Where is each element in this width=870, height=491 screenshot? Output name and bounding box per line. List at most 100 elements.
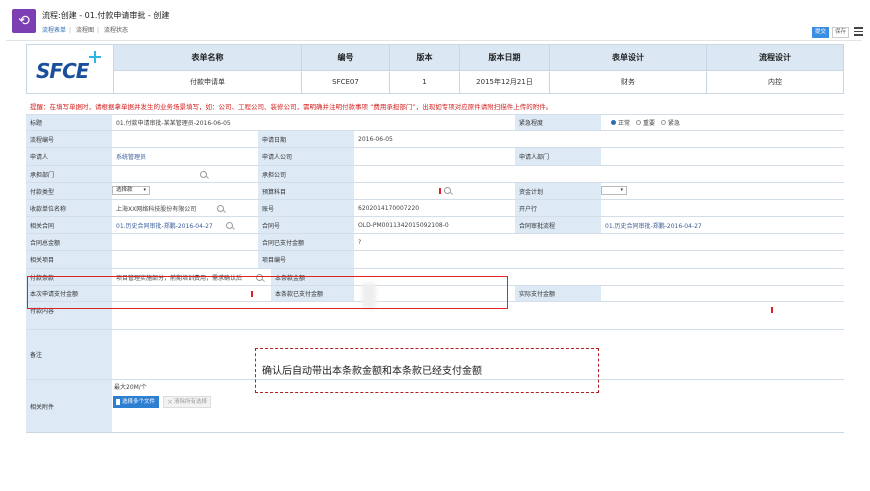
header-val-flow-design: 内控: [707, 70, 843, 93]
tab-status[interactable]: 流程状态: [104, 27, 128, 34]
header-val-version: 1: [390, 70, 460, 93]
contract-no-field[interactable]: OLD-PM0011342015092108-0: [354, 217, 514, 233]
urgency-radio-normal[interactable]: [611, 120, 616, 125]
title-field[interactable]: 01.付款申请审批-某某管理员-2016-06-05: [112, 115, 514, 130]
contract-no-label: 合同号: [258, 217, 354, 233]
account-label: 账号: [258, 200, 354, 216]
attach-label: 相关附件: [26, 380, 112, 432]
bank-label: 开户行: [515, 200, 601, 216]
row-payee: 收款单位名称 上海XX网络科技股份有限公司 账号 620201417000722…: [26, 200, 844, 217]
contract-total-field[interactable]: [112, 234, 258, 250]
row-cost-dept: 承担部门 承担公司: [26, 166, 844, 183]
applicant-company-field[interactable]: [354, 148, 514, 165]
pay-type-select[interactable]: 选择款 ▾: [112, 186, 150, 195]
project-label: 相关项目: [26, 251, 112, 268]
company-logo: SFCE: [36, 59, 89, 83]
top-bar: ⟲ 流程:创建 - 01.付款申请审批 - 创建 流程表单 | 流程图 | 流程状态…: [6, 8, 864, 38]
urgency-option-important: 重要: [643, 120, 656, 127]
row-project: 相关项目 项目编号: [26, 251, 844, 269]
contract-search-icon[interactable]: [226, 222, 233, 229]
header-col-form-design: 表单设计: [550, 45, 707, 70]
contract-flow-link[interactable]: 01.历史合同审批-郑鹏-2016-04-27: [601, 217, 844, 233]
urgency-option-normal: 正常: [618, 120, 631, 127]
urgency-radio-important[interactable]: [636, 120, 642, 125]
bank-field[interactable]: [601, 200, 844, 216]
apply-date-label: 申请日期: [258, 131, 354, 147]
contract-paid-label: 合同已支付金额: [258, 234, 354, 250]
payee-label: 收款单位名称: [26, 200, 112, 216]
apply-date-field[interactable]: 2016-06-05: [354, 131, 514, 147]
project-no-field[interactable]: [354, 251, 514, 268]
urgency-radio-urgent[interactable]: [661, 120, 667, 125]
budget-subject-field[interactable]: [354, 183, 514, 199]
cost-dept-label: 承担部门: [26, 166, 112, 182]
row-process-no: 流程编号 申请日期 2016-06-05: [26, 131, 844, 148]
header-val-form-design: 财务: [550, 70, 707, 93]
cost-company-field[interactable]: [354, 166, 514, 182]
required-marker: [439, 188, 441, 194]
project-field[interactable]: [112, 251, 258, 268]
header-val-code: SFCE07: [302, 70, 390, 93]
project-no-label: 项目编号: [258, 251, 354, 268]
header-col-flow-design: 流程设计: [707, 45, 843, 70]
header-col-version-date: 版本日期: [460, 45, 550, 70]
hamburger-menu-icon[interactable]: [854, 25, 864, 37]
contract-paid-field[interactable]: ?: [354, 234, 514, 250]
remark-label: 备注: [26, 330, 112, 379]
window-title: 流程:创建 - 01.付款申请审批 - 创建: [42, 11, 170, 20]
process-no-field[interactable]: [112, 131, 258, 147]
applicant-field[interactable]: 系统管理员: [112, 148, 258, 165]
row-pay-type: 付款类型 选择款 ▾ 预算科目 资金计划 ▾: [26, 183, 844, 200]
notice-text: 提醒：在填写单据时，请根据拿单据并发生的业务场景填写，如：公司、工程公司、装修公…: [30, 103, 553, 111]
page: ⟲ 流程:创建 - 01.付款申请审批 - 创建 流程表单 | 流程图 | 流程状态…: [0, 0, 870, 491]
actual-pay-label: 实际支付金额: [515, 286, 601, 301]
header-col-form-name: 表单名称: [114, 45, 302, 70]
contract-label: 相关合同: [26, 217, 112, 233]
row-title: 标题 01.付款申请审批-某某管理员-2016-06-05 紧急程度 正常 重要…: [26, 115, 844, 131]
upload-files-button[interactable]: 选择多个文件: [113, 396, 159, 408]
applicant-label: 申请人: [26, 148, 112, 165]
applicant-dept-label: 申请人部门: [515, 148, 601, 165]
budget-subject-label: 预算科目: [258, 183, 354, 199]
row-applicant: 申请人 系统管理员 申请人公司 申请人部门: [26, 148, 844, 166]
tab-flowchart[interactable]: 流程图: [76, 27, 94, 34]
fund-plan-select[interactable]: ▾: [601, 186, 627, 195]
submit-button[interactable]: 提交: [812, 27, 829, 38]
payee-search-icon[interactable]: [217, 205, 224, 212]
actual-pay-field[interactable]: [601, 286, 844, 301]
chevron-down-icon: ▾: [143, 187, 146, 193]
header-col-version: 版本: [390, 45, 460, 70]
urgency-radio-group: 正常 重要 紧急: [601, 115, 844, 130]
payee-field[interactable]: 上海XX网络科技股份有限公司: [112, 200, 258, 216]
clear-files-button[interactable]: 清除所有选择: [163, 396, 211, 408]
applicant-company-label: 申请人公司: [258, 148, 354, 165]
row-contract-total: 合同总金额 合同已支付金额 ?: [26, 234, 844, 251]
cost-dept-search-icon[interactable]: [200, 171, 207, 178]
tab-form[interactable]: 流程表单: [42, 27, 66, 34]
applicant-dept-field[interactable]: [601, 148, 844, 165]
contract-total-label: 合同总金额: [26, 234, 112, 250]
contract-flow-label: 合同审批流程: [515, 217, 601, 233]
pay-type-selected: 选择款: [116, 187, 133, 193]
title-label: 标题: [26, 115, 112, 130]
contract-field[interactable]: 01.历史合同审批-郑鹏-2016-04-27: [112, 217, 258, 233]
process-no-label: 流程编号: [26, 131, 112, 147]
header-col-code: 编号: [302, 45, 390, 70]
highlight-box: [27, 276, 508, 309]
required-marker: [771, 307, 773, 313]
pay-type-label: 付款类型: [26, 183, 112, 199]
attach-size-hint: 最大20M/个: [114, 384, 147, 391]
chevron-down-icon: ▾: [620, 187, 623, 193]
cost-company-label: 承担公司: [258, 166, 354, 182]
urgency-label: 紧急程度: [515, 115, 601, 130]
budget-subject-search-icon[interactable]: [444, 187, 451, 194]
app-logo-icon: ⟲: [12, 9, 36, 33]
account-field[interactable]: 6202014170007220: [354, 200, 514, 216]
logo-cell: SFCE: [27, 45, 114, 93]
header-val-version-date: 2015年12月21日: [460, 70, 550, 93]
save-button[interactable]: 保存: [832, 27, 849, 38]
cost-dept-field[interactable]: [112, 166, 258, 182]
form-header-table: SFCE 表单名称 编号 版本 版本日期 表单设计 流程设计 付款申请单 SFC…: [26, 44, 844, 94]
top-tabs: 流程表单 | 流程图 | 流程状态: [42, 27, 128, 34]
row-contract: 相关合同 01.历史合同审批-郑鹏-2016-04-27 合同号 OLD-PM0…: [26, 217, 844, 234]
